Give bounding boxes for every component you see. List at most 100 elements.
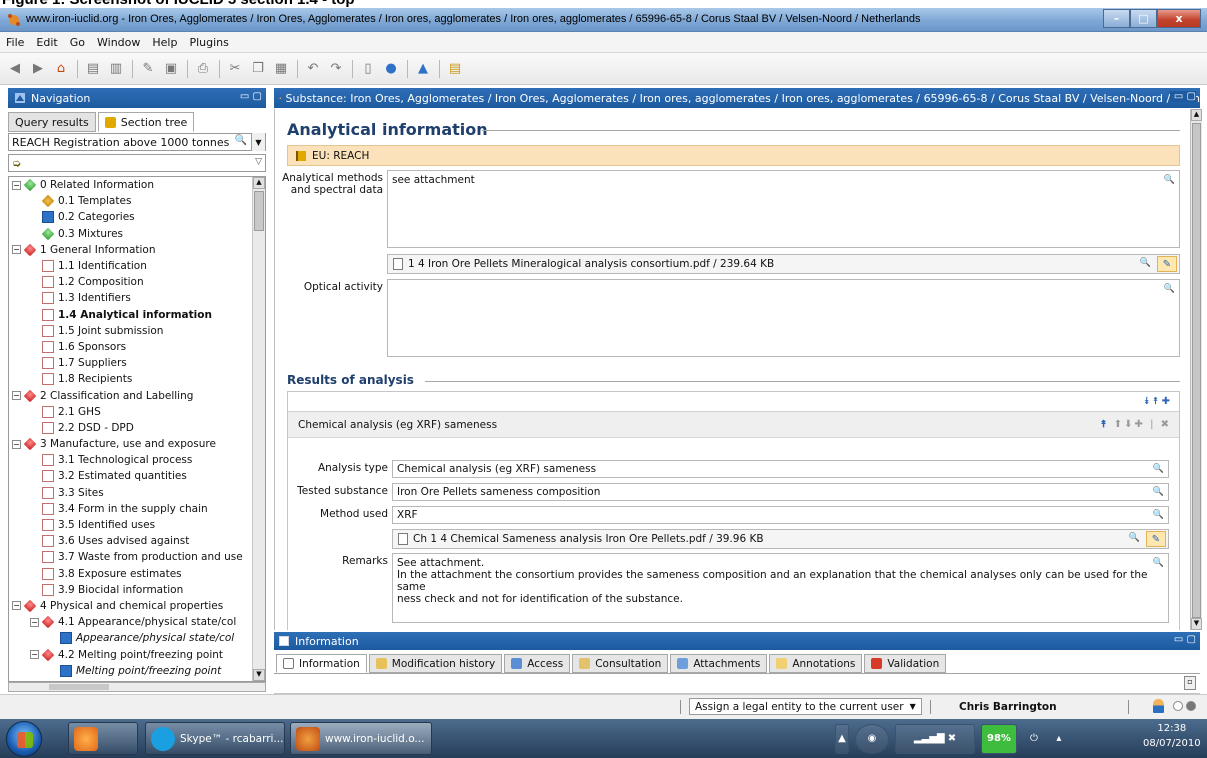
tree-item[interactable]: 3.3 Sites [9, 485, 253, 501]
analysis-type-field[interactable]: Chemical analysis (eg XRF) sameness 🔍 [392, 460, 1169, 478]
tab-modification-history[interactable]: Modification history [368, 654, 503, 673]
eu-reach-bar[interactable]: EU: REACH [287, 145, 1180, 166]
tree-item[interactable]: 3.4 Form in the supply chain [9, 501, 253, 517]
tree-item[interactable]: 2.1 GHS [9, 404, 253, 420]
battery-indicator[interactable]: 98% [981, 723, 1017, 754]
tree-item[interactable]: 1.3 Identifiers [9, 290, 253, 306]
tree-item[interactable]: 1.1 Identification [9, 258, 253, 274]
menu-go[interactable]: Go [70, 36, 85, 49]
collapse-icon[interactable]: − [12, 439, 21, 449]
tree-item[interactable]: − 0 Related Information [9, 177, 253, 193]
tree-horizontal-scrollbar[interactable] [8, 682, 266, 692]
tree-item[interactable]: − 3 Manufacture, use and exposure [9, 436, 253, 452]
user-icon[interactable] [1153, 699, 1164, 713]
search-icon[interactable]: 🔍 [1153, 486, 1164, 498]
taskbar-app-skype[interactable]: Skype™ - rcabarri... [145, 722, 285, 755]
tree-scrollbar[interactable]: ▲ ▼ [252, 177, 265, 681]
scroll-down-icon[interactable]: ▼ [1191, 618, 1202, 630]
redo-icon[interactable]: ↷ [327, 60, 345, 78]
tree-filter-input[interactable]: ➭ ▽ [8, 154, 266, 172]
tab-section-tree[interactable]: Section tree [97, 112, 195, 132]
menu-plugins[interactable]: Plugins [189, 36, 228, 49]
search-icon[interactable]: 🔍 [1129, 533, 1140, 543]
tree-item[interactable]: 1.4 Analytical information [9, 307, 253, 323]
save-all-icon[interactable]: ▥ [107, 60, 125, 78]
scroll-thumb[interactable] [254, 191, 264, 231]
tab-annotations[interactable]: Annotations [769, 654, 863, 673]
search-icon[interactable]: 🔍 [235, 135, 247, 146]
tree-item[interactable]: 1.6 Sponsors [9, 339, 253, 355]
template-filter-select[interactable]: REACH Registration above 1000 tonnes 🔍 ▼ [8, 133, 266, 151]
tree-item[interactable]: − 4 Physical and chemical properties [9, 598, 253, 614]
collapse-icon[interactable]: − [12, 180, 21, 190]
view-icon[interactable]: ▣ [162, 60, 180, 78]
document-icon[interactable]: ▯ [359, 60, 377, 78]
undo-icon[interactable]: ↶ [304, 60, 322, 78]
content-scrollbar[interactable]: ▲ ▼ [1190, 109, 1202, 630]
remarks-field[interactable]: See attachment. In the attachment the co… [392, 553, 1169, 623]
collapse-icon[interactable]: − [12, 601, 21, 611]
tab-query-results[interactable]: Query results [8, 112, 96, 132]
back-icon[interactable]: ◀ [6, 60, 24, 78]
tree-item[interactable]: 2.2 DSD - DPD [9, 420, 253, 436]
scroll-up-icon[interactable]: ▲ [253, 177, 265, 189]
menu-file[interactable]: File [6, 36, 24, 49]
attachment-1-label[interactable]: 1 4 Iron Ore Pellets Mineralogical analy… [408, 258, 774, 270]
collapse-expand-add-icons[interactable]: ⯯⯭✚ [1144, 396, 1173, 407]
search-icon[interactable]: 🔍 [1164, 174, 1175, 186]
help-icon[interactable]: ● [382, 60, 400, 78]
optical-activity-field[interactable]: 🔍 [387, 279, 1180, 357]
users-icon[interactable]: ▲ [414, 60, 432, 78]
taskbar-app-pinned[interactable] [68, 722, 138, 755]
panel-minimize-icon[interactable]: ▭ ▢ [240, 91, 262, 102]
chevron-down-icon[interactable]: ▽ [255, 157, 262, 167]
tree-item[interactable]: 1.7 Suppliers [9, 355, 253, 371]
report-icon[interactable]: ▤ [446, 60, 464, 78]
collapse-icon[interactable]: − [30, 617, 39, 627]
tested-substance-field[interactable]: Iron Ore Pellets sameness composition 🔍 [392, 483, 1169, 501]
search-icon[interactable]: 🔍 [1153, 509, 1164, 521]
search-icon[interactable]: 🔍 [1164, 283, 1175, 295]
edit-icon[interactable]: ✎ [139, 60, 157, 78]
assign-legal-entity-select[interactable]: Assign a legal entity to the current use… [689, 698, 922, 715]
tree-item[interactable]: 0.2 Categories [9, 209, 253, 225]
search-icon[interactable]: 🔍 [1140, 258, 1151, 268]
save-icon[interactable]: ▤ [84, 60, 102, 78]
tab-validation[interactable]: Validation [864, 654, 947, 673]
analysis-block-header[interactable]: Chemical analysis (eg XRF) sameness ⯭ ⬆⬇… [288, 412, 1179, 438]
method-used-field[interactable]: XRF 🔍 [392, 506, 1169, 524]
print-icon[interactable]: ⎙ [194, 60, 212, 78]
tree-item[interactable]: 0.3 Mixtures [9, 226, 253, 242]
expand-icon[interactable]: ▫ [1184, 676, 1196, 690]
menu-window[interactable]: Window [97, 36, 140, 49]
tab-information[interactable]: Information [276, 654, 367, 673]
taskbar-app-browser[interactable]: www.iron-iuclid.o... [290, 722, 432, 755]
tree-item[interactable]: 3.8 Exposure estimates [9, 566, 253, 582]
clock[interactable]: 12:38 08/07/2010 [1143, 721, 1201, 751]
tree-item[interactable]: 3.6 Uses advised against [9, 533, 253, 549]
tree-item[interactable]: Appearance/physical state/col [9, 630, 253, 646]
menu-help[interactable]: Help [152, 36, 177, 49]
search-icon[interactable]: 🔍 [1153, 557, 1164, 569]
home-icon[interactable]: ⌂ [52, 60, 70, 78]
tree-item[interactable]: 3.9 Biocidal information [9, 582, 253, 598]
tree-item[interactable]: 3.5 Identified uses [9, 517, 253, 533]
tree-item[interactable]: − 1 General Information [9, 242, 253, 258]
copy-icon[interactable]: ❐ [249, 60, 267, 78]
collapse-icon[interactable]: − [12, 391, 21, 401]
tree-item[interactable]: − 4.2 Melting point/freezing point [9, 646, 253, 662]
panel-minimize-icon[interactable]: ▭ ▢ [1174, 634, 1196, 645]
menu-edit[interactable]: Edit [36, 36, 57, 49]
close-button[interactable]: x [1157, 9, 1201, 28]
tree-item[interactable]: 3.1 Technological process [9, 452, 253, 468]
tree-item[interactable]: 3.7 Waste from production and use [9, 549, 253, 565]
chevron-up-icon[interactable]: ▴ [1051, 724, 1067, 754]
chevron-down-icon[interactable]: ▼ [251, 133, 265, 151]
collapse-icon[interactable]: − [12, 245, 21, 255]
tree-item[interactable]: − 2 Classification and Labelling [9, 387, 253, 403]
tree-item[interactable]: 1.2 Composition [9, 274, 253, 290]
tree-item[interactable]: Melting point/freezing point [9, 663, 253, 679]
collapse-icon[interactable]: − [30, 650, 39, 660]
minimize-button[interactable]: – [1103, 9, 1130, 28]
forward-icon[interactable]: ▶ [29, 60, 47, 78]
